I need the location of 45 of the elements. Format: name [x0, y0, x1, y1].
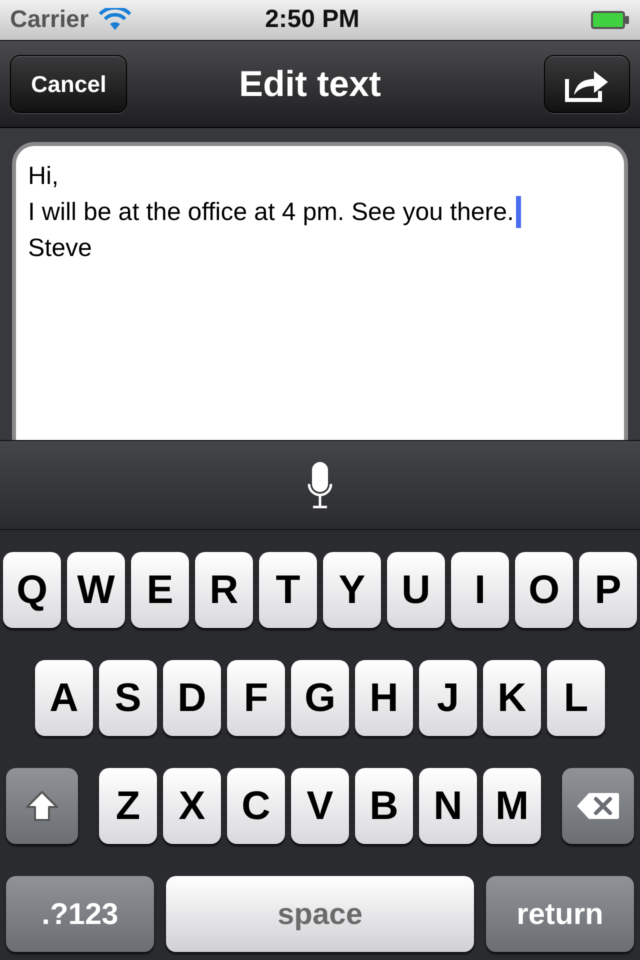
battery-icon: [590, 9, 630, 31]
delete-key[interactable]: [562, 768, 634, 844]
letter-key[interactable]: N: [419, 768, 477, 844]
letter-key[interactable]: T: [259, 552, 317, 628]
text-line: Steve: [28, 233, 92, 264]
letter-key[interactable]: Z: [99, 768, 157, 844]
letter-key[interactable]: E: [131, 552, 189, 628]
return-key[interactable]: return: [486, 876, 634, 952]
share-button[interactable]: [544, 55, 630, 113]
letter-key[interactable]: Q: [3, 552, 61, 628]
letter-key[interactable]: S: [99, 660, 157, 736]
letter-key[interactable]: M: [483, 768, 541, 844]
letter-key[interactable]: W: [67, 552, 125, 628]
letter-key[interactable]: B: [355, 768, 413, 844]
letter-key[interactable]: R: [195, 552, 253, 628]
letter-key[interactable]: H: [355, 660, 413, 736]
letter-key[interactable]: O: [515, 552, 573, 628]
letter-key[interactable]: L: [547, 660, 605, 736]
letter-key[interactable]: C: [227, 768, 285, 844]
wifi-icon: [98, 8, 131, 32]
letter-key[interactable]: P: [579, 552, 637, 628]
letter-key[interactable]: I: [451, 552, 509, 628]
backspace-icon: [575, 791, 621, 821]
letter-key[interactable]: V: [291, 768, 349, 844]
carrier-name: Carrier: [10, 5, 89, 35]
text-field[interactable]: Hi, I will be at the office at 4 pm. See you there. Steve: [12, 142, 628, 440]
letter-key[interactable]: G: [291, 660, 349, 736]
letter-key[interactable]: A: [35, 660, 93, 736]
text-line: Hi,: [28, 161, 59, 192]
text-line: I will be at the office at 4 pm. See you there.: [28, 197, 514, 228]
clock-time: 2:50 PM: [265, 4, 360, 36]
shift-arrow-icon: [24, 789, 60, 823]
shift-key[interactable]: [6, 768, 78, 844]
letter-key[interactable]: Y: [323, 552, 381, 628]
letter-key[interactable]: X: [163, 768, 221, 844]
letter-key[interactable]: U: [387, 552, 445, 628]
screen-title: Edit text: [239, 62, 382, 106]
letter-key[interactable]: F: [227, 660, 285, 736]
letter-key[interactable]: K: [483, 660, 541, 736]
space-key[interactable]: space: [166, 876, 474, 952]
microphone-icon: [306, 460, 334, 510]
letter-key[interactable]: J: [419, 660, 477, 736]
numbers-key[interactable]: .?123: [6, 876, 154, 952]
cancel-button[interactable]: Cancel: [10, 55, 128, 113]
letter-key[interactable]: D: [163, 660, 221, 736]
